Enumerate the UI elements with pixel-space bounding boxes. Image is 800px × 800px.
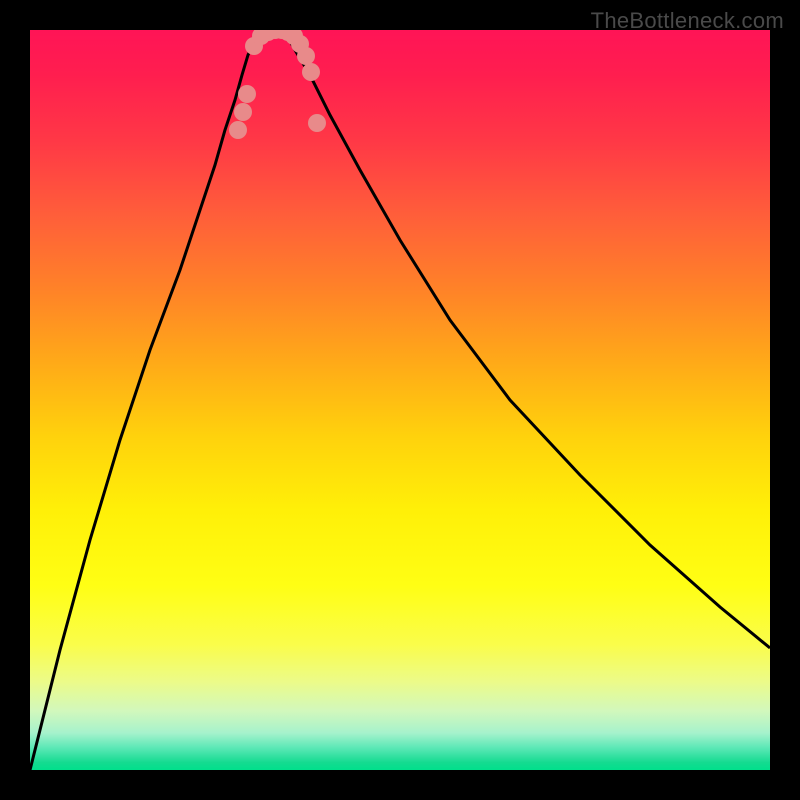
trough-dot [234,103,252,121]
chart-plot-area [30,30,770,770]
curve-layer [30,32,770,770]
curve-right-branch [285,32,770,648]
curve-left-branch [30,32,260,770]
watermark-text: TheBottleneck.com [591,8,784,34]
trough-dot [302,63,320,81]
trough-dot [308,114,326,132]
trough-dot [297,47,315,65]
chart-svg [30,30,770,770]
trough-dot [229,121,247,139]
trough-dot [238,85,256,103]
dots-layer [229,30,326,139]
